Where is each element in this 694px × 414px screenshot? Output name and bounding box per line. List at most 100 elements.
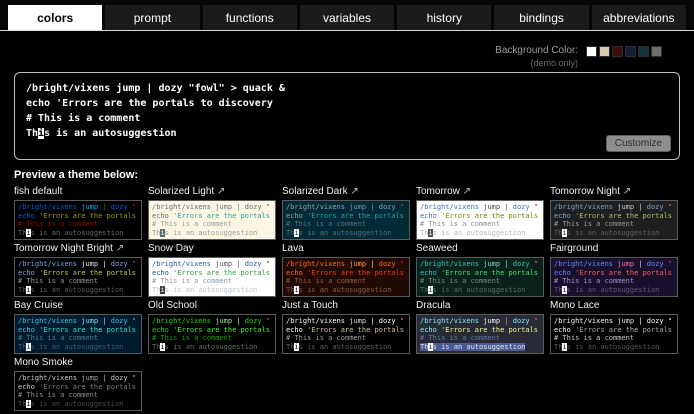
theme-card-tomorrow-night[interactable]: Tomorrow Night ↗/bright/vixens jump | do… — [550, 186, 678, 240]
syntax-token: # This is a comment — [18, 277, 98, 285]
tab-prompt[interactable]: prompt — [105, 5, 199, 30]
background-color-swatch[interactable] — [625, 46, 636, 57]
syntax-token: dozy — [647, 203, 664, 211]
background-color-swatch[interactable] — [586, 46, 597, 57]
theme-card-fairground[interactable]: Fairground/bright/vixens jump | dozy "ec… — [550, 243, 678, 297]
sample-line: /bright/vixens jump | dozy " — [420, 203, 540, 212]
syntax-token: " — [400, 203, 404, 211]
terminal-line: # This is a comment — [26, 111, 668, 126]
syntax-token: /bright/vixens — [420, 317, 479, 325]
sample-line: # This is a comment — [286, 277, 406, 286]
text-cursor: i — [26, 229, 30, 237]
autosuggestion-text: This is an autosuggestion — [286, 343, 391, 351]
text-cursor: i — [428, 343, 432, 351]
text-cursor: i — [160, 343, 164, 351]
theme-card-old-school[interactable]: Old School/bright/vixens jump | dozy "ec… — [148, 300, 276, 354]
theme-card-dracula[interactable]: Dracula/bright/vixens jump | dozy "echo … — [416, 300, 544, 354]
syntax-token: jump — [349, 260, 366, 268]
text-cursor: i — [294, 229, 298, 237]
text-cursor: i — [26, 286, 30, 294]
theme-preview-solarized-dark[interactable]: /bright/vixens jump | dozy "echo 'Errors… — [282, 200, 410, 240]
syntax-token: " — [132, 203, 136, 211]
theme-preview-mono-smoke[interactable]: /bright/vixens jump | dozy "echo 'Errors… — [14, 371, 142, 411]
external-link-icon: ↗ — [214, 186, 225, 197]
theme-card-snow-day[interactable]: Snow Day/bright/vixens jump | dozy "echo… — [148, 243, 276, 297]
theme-name: Mono Smoke — [14, 357, 142, 369]
syntax-token: /bright/vixens — [18, 317, 77, 325]
syntax-token: 'Errors are the portals — [575, 212, 672, 220]
syntax-token: echo — [18, 383, 35, 391]
background-controls: Background Color: (demo only) — [14, 45, 662, 69]
sample-autosuggestion-line: This is an autosuggestion — [286, 286, 406, 295]
theme-card-fish-default[interactable]: fish default/bright/vixens jump | dozy "… — [14, 186, 142, 240]
theme-preview-tomorrow-night[interactable]: /bright/vixens jump | dozy "echo 'Errors… — [550, 200, 678, 240]
background-color-swatch[interactable] — [651, 46, 662, 57]
theme-card-mono-lace[interactable]: Mono Lace/bright/vixens jump | dozy "ech… — [550, 300, 678, 354]
syntax-token: echo — [18, 212, 35, 220]
sample-line: echo 'Errors are the portals — [152, 212, 272, 221]
theme-card-seaweed[interactable]: Seaweed/bright/vixens jump | dozy "echo … — [416, 243, 544, 297]
tab-functions[interactable]: functions — [203, 5, 297, 30]
sample-line: # This is a comment — [420, 220, 540, 229]
tab-colors[interactable]: colors — [8, 5, 102, 30]
text-cursor: i — [26, 400, 30, 408]
theme-name: Just a Touch — [282, 300, 410, 312]
tab-abbreviations[interactable]: abbreviations — [592, 5, 686, 30]
background-color-swatch[interactable] — [612, 46, 623, 57]
theme-preview-tomorrow[interactable]: /bright/vixens jump | dozy "echo 'Errors… — [416, 200, 544, 240]
theme-preview-just-a-touch[interactable]: /bright/vixens jump | dozy "echo 'Errors… — [282, 314, 410, 354]
theme-card-solarized-dark[interactable]: Solarized Dark ↗/bright/vixens jump | do… — [282, 186, 410, 240]
autosuggestion-text: This is an autosuggestion — [152, 229, 257, 237]
customize-button[interactable]: Customize — [606, 135, 671, 152]
syntax-token: " — [668, 260, 672, 268]
theme-card-bay-cruise[interactable]: Bay Cruise/bright/vixens jump | dozy "ec… — [14, 300, 142, 354]
syntax-token: /bright/vixens — [554, 260, 613, 268]
theme-preview-mono-lace[interactable]: /bright/vixens jump | dozy "echo 'Errors… — [550, 314, 678, 354]
sample-line: /bright/vixens jump | dozy " — [18, 317, 138, 326]
theme-card-just-a-touch[interactable]: Just a Touch/bright/vixens jump | dozy "… — [282, 300, 410, 354]
sample-line: echo 'Errors are the portals — [152, 326, 272, 335]
theme-card-tomorrow-night-bright[interactable]: Tomorrow Night Bright ↗/bright/vixens ju… — [14, 243, 142, 297]
tab-history[interactable]: history — [397, 5, 491, 30]
theme-card-mono-smoke[interactable]: Mono Smoke/bright/vixens jump | dozy "ec… — [14, 357, 142, 411]
syntax-token: " — [132, 374, 136, 382]
syntax-token: echo — [152, 269, 169, 277]
theme-preview-fish-default[interactable]: /bright/vixens jump | dozy "echo 'Errors… — [14, 200, 142, 240]
theme-card-solarized-light[interactable]: Solarized Light ↗/bright/vixens jump | d… — [148, 186, 276, 240]
theme-preview-solarized-light[interactable]: /bright/vixens jump | dozy "echo 'Errors… — [148, 200, 276, 240]
external-link-icon: ↗ — [620, 186, 631, 197]
text-cursor: i — [294, 286, 298, 294]
theme-preview-snow-day[interactable]: /bright/vixens jump | dozy "echo 'Errors… — [148, 257, 276, 297]
theme-preview-lava[interactable]: /bright/vixens jump | dozy "echo 'Errors… — [282, 257, 410, 297]
syntax-token: echo — [420, 269, 437, 277]
sample-line: /bright/vixens jump | dozy " — [18, 203, 138, 212]
theme-preview-bay-cruise[interactable]: /bright/vixens jump | dozy "echo 'Errors… — [14, 314, 142, 354]
syntax-token: echo — [554, 326, 571, 334]
terminal-line: echo 'Errors are the portals to discover… — [26, 96, 668, 111]
syntax-token: " — [668, 317, 672, 325]
theme-card-tomorrow[interactable]: Tomorrow ↗/bright/vixens jump | dozy "ec… — [416, 186, 544, 240]
syntax-token: jump — [215, 317, 232, 325]
sample-autosuggestion-line: This is an autosuggestion — [420, 343, 540, 352]
syntax-token: echo — [152, 326, 169, 334]
sample-autosuggestion-line: This is an autosuggestion — [554, 343, 674, 352]
theme-grid: fish default/bright/vixens jump | dozy "… — [14, 186, 680, 411]
syntax-token: jump — [215, 260, 232, 268]
sample-autosuggestion-line: This is an autosuggestion — [286, 229, 406, 238]
sample-autosuggestion-line: This is an autosuggestion — [152, 286, 272, 295]
tab-bindings[interactable]: bindings — [494, 5, 588, 30]
theme-preview-dracula[interactable]: /bright/vixens jump | dozy "echo 'Errors… — [416, 314, 544, 354]
syntax-token: " — [534, 317, 538, 325]
tab-variables[interactable]: variables — [300, 5, 394, 30]
background-color-swatch[interactable] — [638, 46, 649, 57]
theme-preview-tomorrow-night-bright[interactable]: /bright/vixens jump | dozy "echo 'Errors… — [14, 257, 142, 297]
syntax-token: dozy — [245, 203, 262, 211]
syntax-token: jump — [81, 317, 98, 325]
theme-card-lava[interactable]: Lava/bright/vixens jump | dozy "echo 'Er… — [282, 243, 410, 297]
theme-preview-old-school[interactable]: /bright/vixens jump | dozy "echo 'Errors… — [148, 314, 276, 354]
theme-preview-fairground[interactable]: /bright/vixens jump | dozy "echo 'Errors… — [550, 257, 678, 297]
background-color-swatch[interactable] — [599, 46, 610, 57]
syntax-token: /bright/vixens — [152, 203, 211, 211]
theme-preview-seaweed[interactable]: /bright/vixens jump | dozy "echo 'Errors… — [416, 257, 544, 297]
sample-autosuggestion-line: This is an autosuggestion — [420, 229, 540, 238]
